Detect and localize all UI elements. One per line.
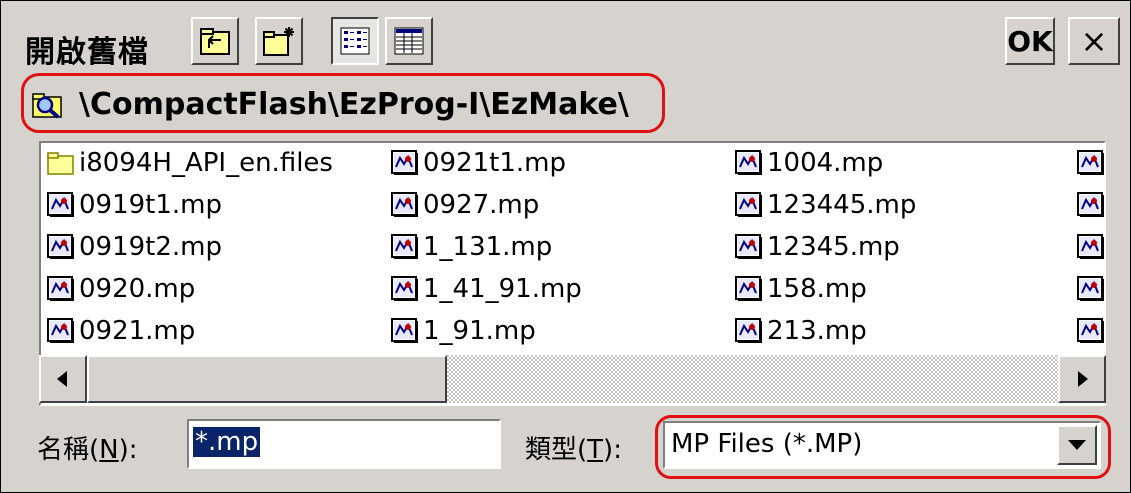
mp-file-icon <box>47 192 74 217</box>
file-name: 1_41_91.mp <box>423 274 582 304</box>
dialog-title: 開啟舊檔 <box>25 35 149 70</box>
mp-file-icon <box>1077 234 1104 259</box>
up-folder-button[interactable] <box>191 17 239 65</box>
mp-file-icon <box>391 318 418 343</box>
mp-file-icon <box>391 234 418 259</box>
mp-file-icon <box>735 276 762 301</box>
type-label: 類型(T): <box>525 435 622 465</box>
arrow-right-icon <box>1078 371 1088 387</box>
file-item[interactable]: 0919t2.mp <box>47 227 222 267</box>
mp-file-icon <box>1077 318 1104 343</box>
file-name: 213.mp <box>767 316 867 346</box>
new-folder-icon <box>263 27 294 56</box>
file-name: 12345.mp <box>767 232 900 262</box>
file-item-clipped[interactable] <box>1077 185 1104 225</box>
mp-file-icon <box>1077 150 1104 175</box>
file-name: 1_131.mp <box>423 232 553 262</box>
file-name: 0921.mp <box>79 316 196 346</box>
file-name: 158.mp <box>767 274 867 304</box>
folder-icon <box>47 152 74 175</box>
mp-file-icon <box>1077 192 1104 217</box>
list-view-icon <box>340 27 370 55</box>
mp-file-icon <box>735 150 762 175</box>
open-file-dialog: 開啟舊檔 OK × \CompactFlash\EzProg-I\EzMake\… <box>0 0 1131 493</box>
file-name: 0919t1.mp <box>79 190 222 220</box>
file-item[interactable]: 1004.mp <box>735 143 883 183</box>
list-view-button[interactable] <box>331 17 379 65</box>
file-item-clipped[interactable] <box>1077 227 1104 267</box>
file-item[interactable]: 0919t1.mp <box>47 185 222 225</box>
type-select[interactable]: MP Files (*.MP) <box>663 421 1101 469</box>
type-dropdown-button[interactable] <box>1057 425 1097 465</box>
name-label: 名稱(N): <box>37 435 138 465</box>
mp-file-icon <box>47 318 74 343</box>
file-item-clipped[interactable] <box>1077 143 1104 183</box>
scroll-thumb[interactable] <box>87 355 447 403</box>
file-name: 0920.mp <box>79 274 196 304</box>
details-view-icon <box>394 27 424 55</box>
horizontal-scrollbar[interactable] <box>39 355 1106 403</box>
file-item[interactable]: 0921t1.mp <box>391 143 566 183</box>
chevron-down-icon <box>1068 440 1086 450</box>
mp-file-icon <box>735 318 762 343</box>
file-item[interactable]: 123445.mp <box>735 185 916 225</box>
file-name: 123445.mp <box>767 190 917 220</box>
name-input[interactable]: *.mp <box>187 419 501 469</box>
file-item[interactable]: 12345.mp <box>735 227 900 267</box>
mp-file-icon <box>735 192 762 217</box>
mp-file-icon <box>391 192 418 217</box>
file-item[interactable]: 0920.mp <box>47 269 195 309</box>
search-folder-icon <box>32 93 62 119</box>
close-button[interactable]: × <box>1068 17 1120 65</box>
type-select-value: MP Files (*.MP) <box>671 429 863 459</box>
mp-file-icon <box>1077 276 1104 301</box>
file-item-clipped[interactable] <box>1077 269 1104 309</box>
file-item[interactable]: 213.mp <box>735 311 867 351</box>
up-folder-icon <box>200 28 230 55</box>
file-name: 0919t2.mp <box>79 232 222 262</box>
new-folder-button[interactable] <box>255 17 303 65</box>
file-item[interactable]: 0927.mp <box>391 185 539 225</box>
scroll-right-button[interactable] <box>1058 355 1106 403</box>
mp-file-icon <box>735 234 762 259</box>
details-view-button[interactable] <box>385 17 433 65</box>
mp-file-icon <box>391 276 418 301</box>
file-item-clipped[interactable] <box>1077 311 1104 351</box>
file-item[interactable]: 1_41_91.mp <box>391 269 582 309</box>
mp-file-icon <box>47 234 74 259</box>
file-item[interactable]: 1_91.mp <box>391 311 536 351</box>
file-item[interactable]: 0921.mp <box>47 311 195 351</box>
file-item[interactable]: 158.mp <box>735 269 867 309</box>
file-name: 0927.mp <box>423 190 540 220</box>
scroll-left-button[interactable] <box>39 355 87 403</box>
folder-item[interactable]: i8094H_API_en.files <box>47 143 333 183</box>
file-name: i8094H_API_en.files <box>79 148 333 178</box>
file-name: 1_91.mp <box>423 316 536 346</box>
ok-button[interactable]: OK <box>1005 17 1055 65</box>
file-name: 0921t1.mp <box>423 148 566 178</box>
file-name: 1004.mp <box>767 148 884 178</box>
mp-file-icon <box>391 150 418 175</box>
mp-file-icon <box>47 276 74 301</box>
file-item[interactable]: 1_131.mp <box>391 227 552 267</box>
arrow-left-icon <box>57 371 67 387</box>
name-input-value: *.mp <box>193 427 261 457</box>
current-path: \CompactFlash\EzProg-I\EzMake\ <box>79 87 629 122</box>
